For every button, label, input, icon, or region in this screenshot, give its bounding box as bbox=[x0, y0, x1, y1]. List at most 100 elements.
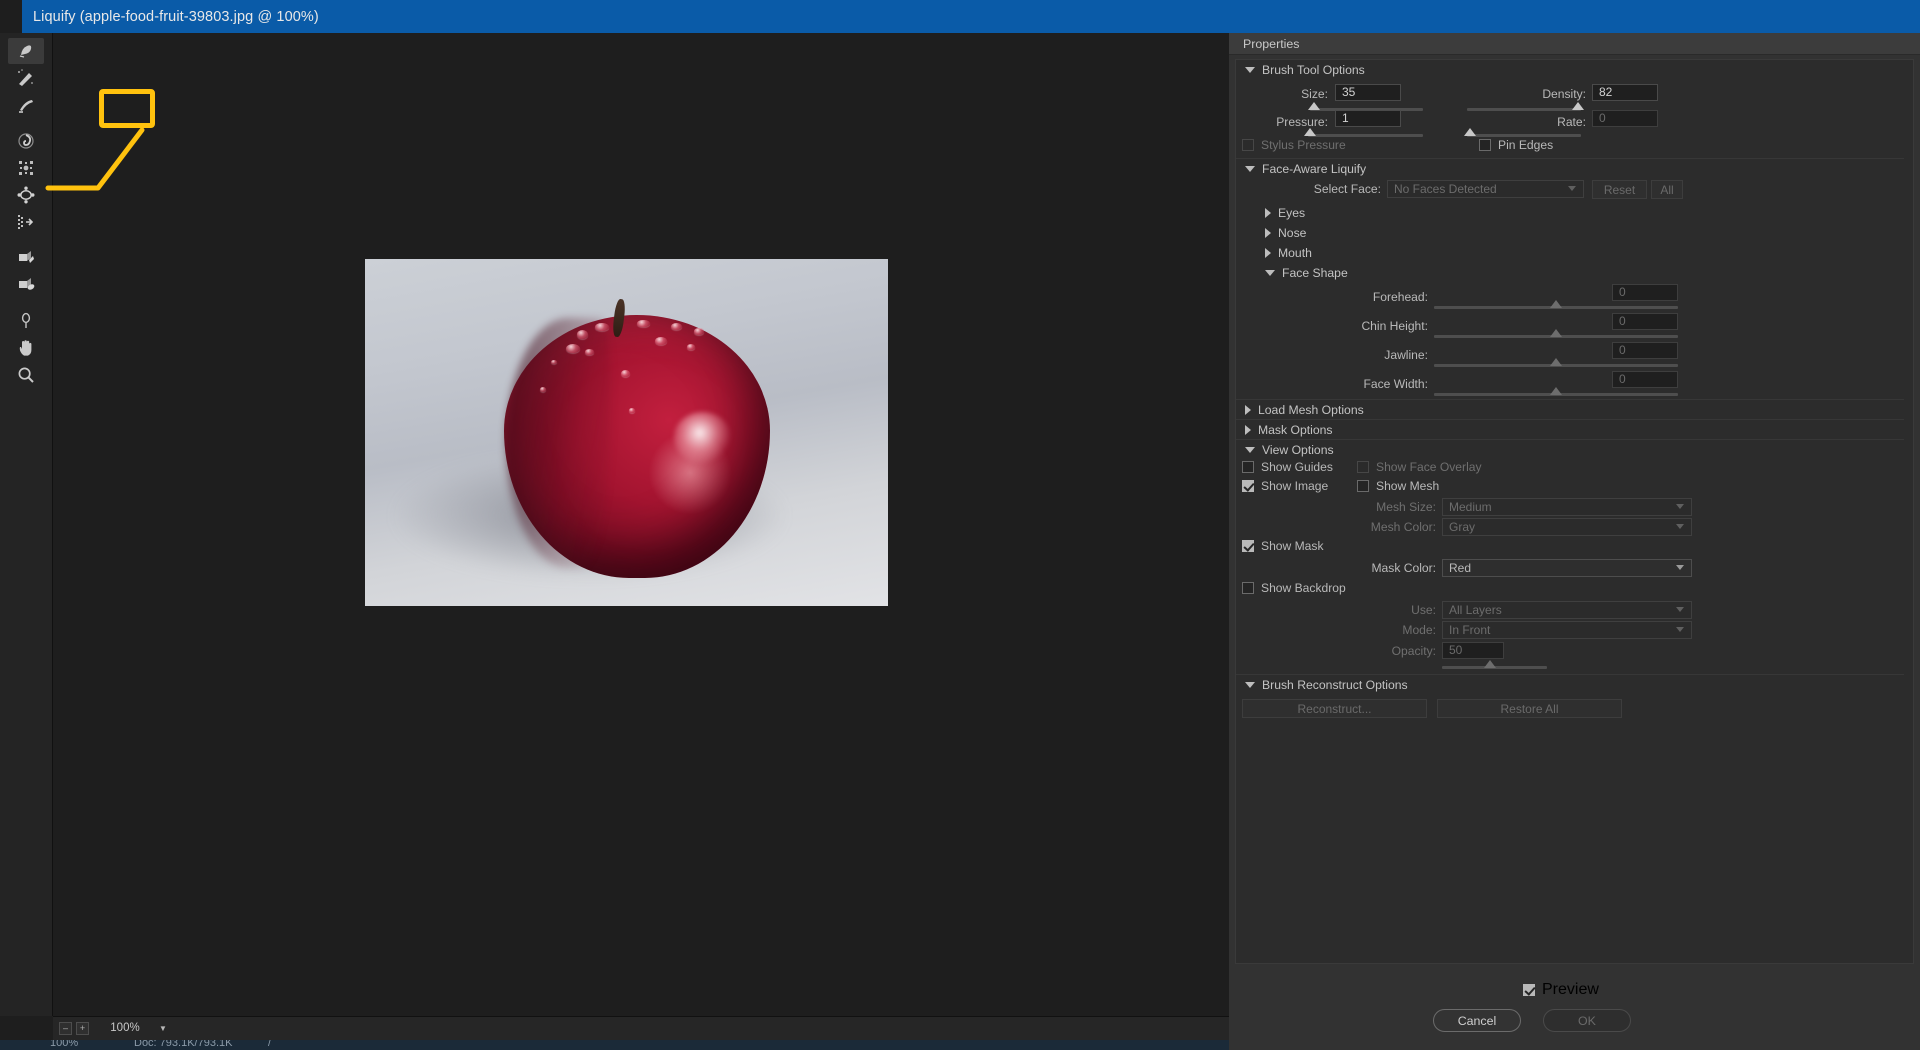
row-jawline: Jawline: 0 bbox=[1236, 341, 1913, 370]
chevron-down-icon bbox=[1676, 565, 1684, 570]
checkbox-box bbox=[1242, 540, 1254, 552]
chevron-down-icon bbox=[1245, 681, 1255, 688]
forehead-slider-knob[interactable] bbox=[1550, 300, 1562, 308]
tool-face[interactable] bbox=[8, 182, 44, 208]
section-label: Mask Options bbox=[1258, 422, 1333, 437]
mesh-size-dropdown[interactable]: Medium bbox=[1442, 498, 1692, 516]
section-view-options[interactable]: View Options bbox=[1236, 439, 1913, 459]
chevron-down-icon bbox=[1676, 607, 1684, 612]
section-label: Load Mesh Options bbox=[1258, 402, 1364, 417]
chevron-right-icon bbox=[1245, 404, 1251, 415]
pin-edges-checkbox[interactable]: Pin Edges bbox=[1479, 138, 1553, 152]
section-mask-options[interactable]: Mask Options bbox=[1236, 419, 1913, 439]
row-show-backdrop: Show Backdrop bbox=[1236, 579, 1913, 600]
face-width-slider-knob[interactable] bbox=[1550, 387, 1562, 395]
section-brush-tool-options[interactable]: Brush Tool Options bbox=[1236, 60, 1913, 80]
opacity-slider-knob[interactable] bbox=[1484, 660, 1496, 668]
zoom-in-button[interactable]: + bbox=[76, 1022, 89, 1035]
chevron-down-icon[interactable]: ▼ bbox=[159, 1024, 167, 1033]
show-mask-checkbox[interactable]: Show Mask bbox=[1242, 539, 1324, 553]
canvas-area[interactable] bbox=[53, 33, 1229, 1016]
rate-field[interactable]: 0 bbox=[1592, 110, 1658, 127]
show-guides-checkbox[interactable]: Show Guides bbox=[1242, 460, 1333, 474]
chevron-down-icon bbox=[1245, 446, 1255, 453]
chin-height-field[interactable]: 0 bbox=[1612, 313, 1678, 330]
chevron-right-icon bbox=[1265, 248, 1271, 258]
mask-color-dropdown[interactable]: Red bbox=[1442, 559, 1692, 577]
use-dropdown[interactable]: All Layers bbox=[1442, 601, 1692, 619]
ok-button[interactable]: OK bbox=[1543, 1009, 1631, 1032]
tool-zoom[interactable] bbox=[8, 362, 44, 388]
density-label: Density: bbox=[1542, 87, 1586, 101]
preview-checkbox[interactable]: Preview bbox=[1523, 981, 1599, 999]
jawline-slider-knob[interactable] bbox=[1550, 358, 1562, 366]
opacity-field[interactable]: 50 bbox=[1442, 642, 1504, 659]
tool-face-person[interactable] bbox=[8, 308, 44, 334]
tool-hand[interactable] bbox=[8, 335, 44, 361]
chin-height-slider-knob[interactable] bbox=[1550, 329, 1562, 337]
zoom-level-field[interactable]: 100% bbox=[99, 1021, 151, 1036]
section-brush-reconstruct-options[interactable]: Brush Reconstruct Options bbox=[1236, 674, 1913, 694]
subsection-face-shape[interactable]: Face Shape bbox=[1236, 263, 1913, 283]
subsection-nose[interactable]: Nose bbox=[1236, 223, 1913, 243]
checkbox-box bbox=[1242, 582, 1254, 594]
chevron-right-icon bbox=[1265, 208, 1271, 218]
section-face-aware-liquify[interactable]: Face-Aware Liquify bbox=[1236, 158, 1913, 178]
all-button[interactable]: All bbox=[1651, 180, 1683, 199]
size-label: Size: bbox=[1301, 87, 1328, 101]
density-field[interactable]: 82 bbox=[1592, 84, 1658, 101]
tool-smooth[interactable] bbox=[8, 92, 44, 118]
subsection-eyes[interactable]: Eyes bbox=[1236, 203, 1913, 223]
canvas-status-bar: – + 100% ▼ bbox=[53, 1016, 1229, 1040]
row-reconstruct-buttons: Reconstruct... Restore All bbox=[1236, 694, 1913, 724]
cancel-button[interactable]: Cancel bbox=[1433, 1009, 1521, 1032]
show-backdrop-label: Show Backdrop bbox=[1261, 581, 1346, 595]
dialog-footer: Preview Cancel OK bbox=[1229, 969, 1920, 1050]
tool-twirl-clockwise[interactable] bbox=[8, 128, 44, 154]
row-size-density: Size: 35 Density: 82 bbox=[1236, 80, 1913, 111]
section-label: Brush Tool Options bbox=[1262, 63, 1365, 77]
water-droplet bbox=[550, 359, 557, 364]
tool-reconstruct[interactable] bbox=[8, 65, 44, 91]
forehead-field[interactable]: 0 bbox=[1612, 284, 1678, 301]
chevron-down-icon bbox=[1245, 165, 1255, 172]
status-doc-size: Doc: 793.1K/793.1K bbox=[134, 1040, 233, 1049]
chevron-right-icon bbox=[1245, 424, 1251, 435]
mesh-color-dropdown[interactable]: Gray bbox=[1442, 518, 1692, 536]
restore-all-button[interactable]: Restore All bbox=[1437, 699, 1622, 718]
select-face-dropdown[interactable]: No Faces Detected bbox=[1387, 180, 1584, 198]
chevron-right-icon bbox=[1265, 228, 1271, 238]
face-width-label: Face Width: bbox=[1363, 377, 1428, 391]
tool-pucker[interactable] bbox=[8, 155, 44, 181]
pressure-field[interactable]: 1 bbox=[1335, 110, 1401, 127]
annotation-highlight-box bbox=[99, 89, 155, 128]
checkbox-box bbox=[1242, 139, 1254, 151]
section-load-mesh-options[interactable]: Load Mesh Options bbox=[1236, 399, 1913, 419]
show-face-overlay-checkbox[interactable]: Show Face Overlay bbox=[1357, 460, 1482, 474]
jawline-field[interactable]: 0 bbox=[1612, 342, 1678, 359]
subsection-mouth[interactable]: Mouth bbox=[1236, 243, 1913, 263]
tool-strip bbox=[0, 33, 53, 1016]
tool-forward-warp[interactable] bbox=[8, 38, 44, 64]
chevron-down-icon bbox=[1265, 270, 1275, 276]
show-face-overlay-label: Show Face Overlay bbox=[1376, 460, 1482, 474]
show-guides-label: Show Guides bbox=[1261, 460, 1333, 474]
zoom-out-button[interactable]: – bbox=[59, 1022, 72, 1035]
tool-thaw-mask[interactable] bbox=[8, 272, 44, 298]
show-image-checkbox[interactable]: Show Image bbox=[1242, 479, 1328, 493]
face-width-field[interactable]: 0 bbox=[1612, 371, 1678, 388]
reconstruct-button[interactable]: Reconstruct... bbox=[1242, 699, 1427, 718]
rate-slider-knob[interactable] bbox=[1464, 128, 1476, 136]
reset-button[interactable]: Reset bbox=[1592, 180, 1647, 199]
properties-panel-title: Properties bbox=[1229, 33, 1920, 55]
show-mesh-checkbox[interactable]: Show Mesh bbox=[1357, 479, 1439, 493]
size-field[interactable]: 35 bbox=[1335, 84, 1401, 101]
image-preview[interactable] bbox=[365, 259, 888, 606]
subsection-label: Eyes bbox=[1278, 206, 1306, 220]
stylus-pressure-checkbox[interactable]: Stylus Pressure bbox=[1242, 138, 1346, 152]
tool-freeze-mask[interactable] bbox=[8, 245, 44, 271]
tool-bloat[interactable] bbox=[8, 209, 44, 235]
mode-dropdown[interactable]: In Front bbox=[1442, 621, 1692, 639]
show-backdrop-checkbox[interactable]: Show Backdrop bbox=[1242, 581, 1346, 595]
pressure-slider-knob[interactable] bbox=[1304, 128, 1316, 136]
